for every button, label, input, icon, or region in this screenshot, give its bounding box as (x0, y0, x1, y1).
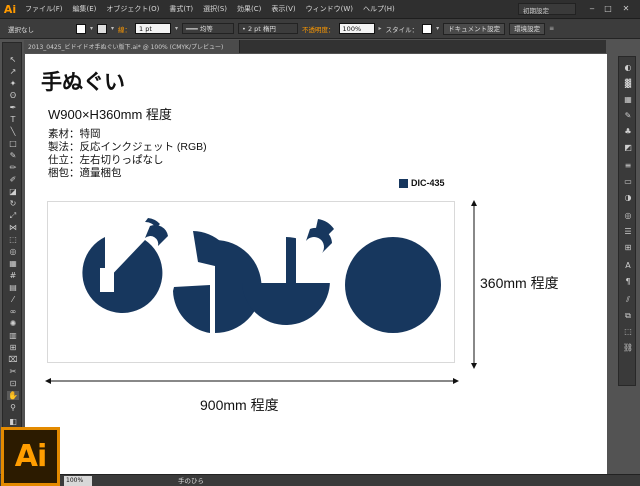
height-dimension-label: 360mm 程度 (480, 275, 559, 291)
zoom-level-field[interactable]: 100% (64, 476, 92, 486)
status-bar: 100% 手のひら (0, 474, 640, 486)
logo-glyph-i (173, 231, 262, 333)
width-dimension-label: 900mm 程度 (200, 397, 279, 413)
current-tool-status: 手のひら (178, 477, 204, 485)
design-artwork (45, 200, 477, 384)
illustrator-logo: Ai (1, 427, 60, 486)
logo-glyph-bi (82, 218, 168, 314)
logo-glyph-o (345, 237, 441, 333)
